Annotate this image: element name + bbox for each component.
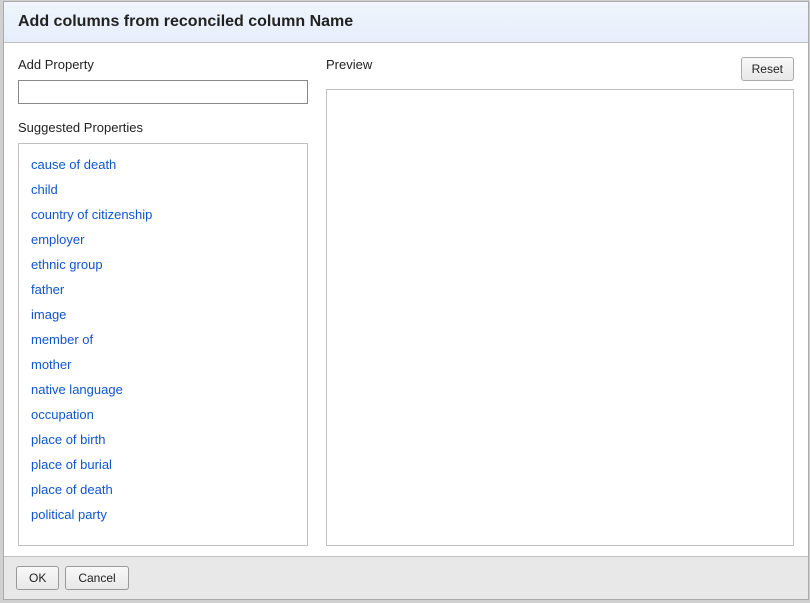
suggested-item[interactable]: employer xyxy=(23,227,303,252)
reset-button[interactable]: Reset xyxy=(741,57,794,81)
cancel-button[interactable]: Cancel xyxy=(65,566,128,590)
suggested-item[interactable]: father xyxy=(23,277,303,302)
suggested-item[interactable]: mother xyxy=(23,352,303,377)
suggested-item[interactable]: ethnic group xyxy=(23,252,303,277)
dialog-title: Add columns from reconciled column Name xyxy=(4,2,808,43)
suggested-item[interactable]: member of xyxy=(23,327,303,352)
suggested-item[interactable]: political party xyxy=(23,502,303,527)
left-column: Add Property Suggested Properties cause … xyxy=(18,57,308,546)
right-column: Preview Reset xyxy=(326,57,794,546)
add-columns-dialog: Add columns from reconciled column Name … xyxy=(3,1,809,600)
suggested-item[interactable]: country of citizenship xyxy=(23,202,303,227)
dialog-footer: OK Cancel xyxy=(4,556,808,599)
suggested-item[interactable]: cause of death xyxy=(23,152,303,177)
preview-box xyxy=(326,89,794,546)
suggested-item[interactable]: image xyxy=(23,302,303,327)
suggested-item[interactable]: place of burial xyxy=(23,452,303,477)
preview-label: Preview xyxy=(326,57,372,72)
suggested-item[interactable]: child xyxy=(23,177,303,202)
suggested-properties-label: Suggested Properties xyxy=(18,120,308,135)
suggested-item[interactable]: place of death xyxy=(23,477,303,502)
suggested-item[interactable]: place of birth xyxy=(23,427,303,452)
ok-button[interactable]: OK xyxy=(16,566,59,590)
dialog-body: Add Property Suggested Properties cause … xyxy=(4,43,808,556)
suggested-item[interactable]: native language xyxy=(23,377,303,402)
suggested-item[interactable]: occupation xyxy=(23,402,303,427)
add-property-label: Add Property xyxy=(18,57,308,72)
suggested-properties-list[interactable]: cause of death child country of citizens… xyxy=(18,143,308,546)
property-input[interactable] xyxy=(18,80,308,104)
